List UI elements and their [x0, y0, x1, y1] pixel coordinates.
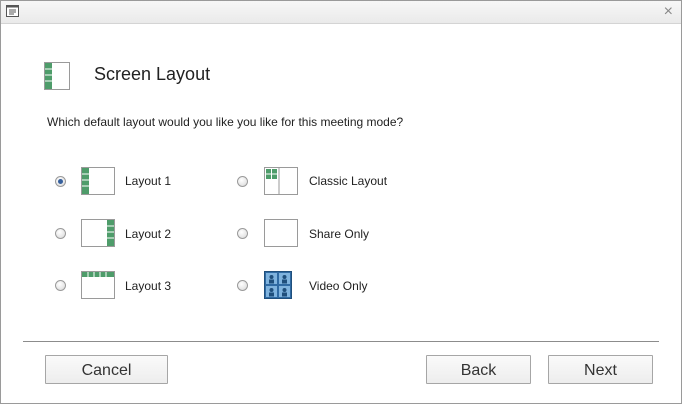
layout-question: Which default layout would you like you … [47, 115, 404, 129]
layout-2-icon [81, 219, 115, 247]
layout-3-icon [81, 271, 115, 299]
option-label-share-only[interactable]: Share Only [309, 227, 369, 241]
back-button[interactable]: Back [426, 355, 531, 384]
option-label-layout-3[interactable]: Layout 3 [125, 279, 171, 293]
radio-classic-layout[interactable] [237, 176, 248, 187]
next-button[interactable]: Next [548, 355, 653, 384]
title-bar: × [1, 1, 681, 24]
window-menu-icon[interactable] [6, 5, 19, 17]
option-label-classic-layout[interactable]: Classic Layout [309, 174, 387, 188]
close-icon[interactable]: × [664, 2, 673, 22]
option-label-video-only[interactable]: Video Only [309, 279, 367, 293]
radio-share-only[interactable] [237, 228, 248, 239]
video-only-icon [264, 271, 292, 299]
radio-layout-2[interactable] [55, 228, 66, 239]
footer-divider [23, 341, 659, 342]
option-label-layout-1[interactable]: Layout 1 [125, 174, 171, 188]
radio-video-only[interactable] [237, 280, 248, 291]
option-label-layout-2[interactable]: Layout 2 [125, 227, 171, 241]
dialog-window: × Screen Layout Which default layout wou… [0, 0, 682, 404]
cancel-button[interactable]: Cancel [45, 355, 168, 384]
radio-layout-3[interactable] [55, 280, 66, 291]
share-only-icon [264, 219, 298, 247]
layout-1-icon [81, 167, 115, 195]
page-title: Screen Layout [94, 64, 211, 84]
radio-layout-1[interactable] [55, 176, 66, 187]
classic-layout-icon [264, 167, 298, 195]
screen-layout-icon [44, 62, 70, 90]
